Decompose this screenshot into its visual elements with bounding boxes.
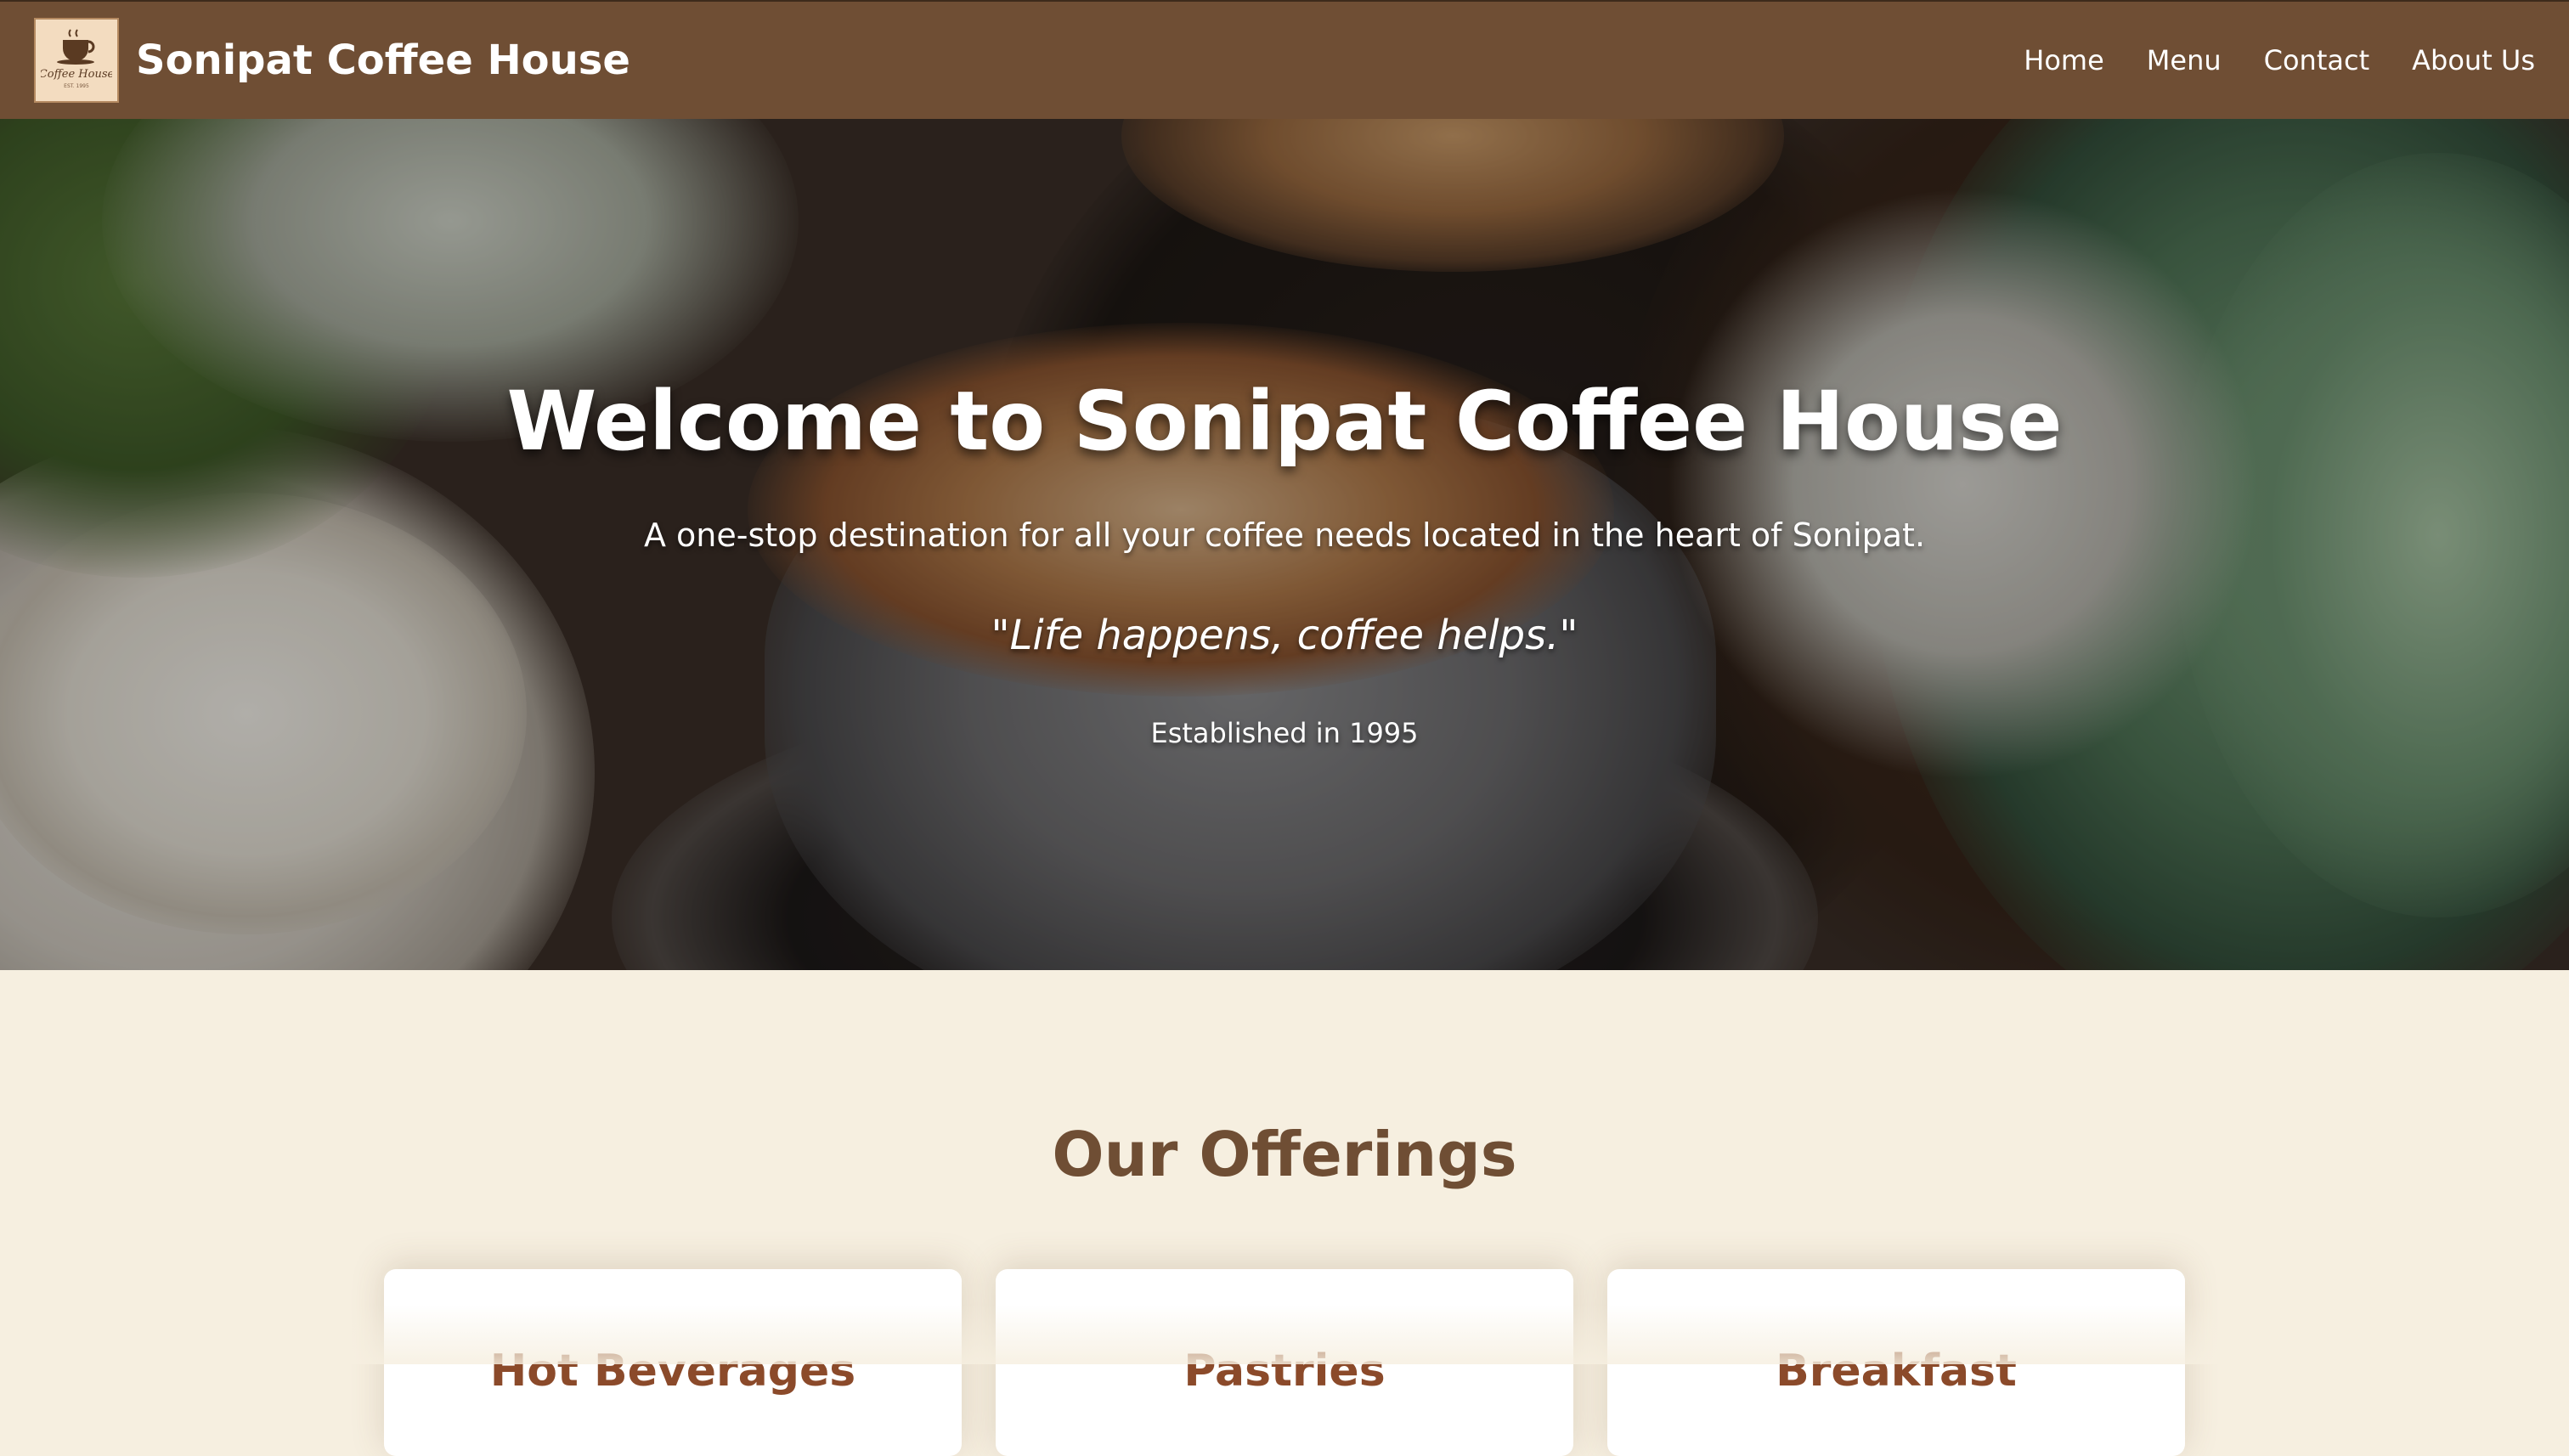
- nav-link-home[interactable]: Home: [2024, 44, 2104, 76]
- offering-card-title: Hot Beverages: [489, 1346, 856, 1397]
- nav-link-contact[interactable]: Contact: [2264, 44, 2370, 76]
- svg-text:Coffee House: Coffee House: [41, 68, 112, 81]
- main-nav: Home Menu Contact About Us: [2024, 44, 2535, 76]
- brand-name[interactable]: Sonipat Coffee House: [136, 37, 630, 84]
- hero-subtitle: A one-stop destination for all your coff…: [643, 516, 1926, 554]
- hero-established: Established in 1995: [1150, 717, 1419, 749]
- offering-card[interactable]: Breakfast: [1607, 1269, 2185, 1456]
- navbar: Coffee House EST. 1995 Sonipat Coffee Ho…: [0, 0, 2569, 119]
- offering-card[interactable]: Pastries: [996, 1269, 1573, 1456]
- hero-section: Welcome to Sonipat Coffee House A one-st…: [0, 119, 2569, 970]
- nav-link-about-us[interactable]: About Us: [2412, 44, 2535, 76]
- offering-card-title: Pastries: [1183, 1346, 1386, 1397]
- offering-card[interactable]: Hot Beverages: [384, 1269, 962, 1456]
- hero-title: Welcome to Sonipat Coffee House: [506, 374, 2063, 469]
- hero-quote: "Life happens, coffee helps.": [991, 612, 1578, 659]
- nav-link-menu[interactable]: Menu: [2147, 44, 2222, 76]
- brand-logo[interactable]: Coffee House EST. 1995: [34, 18, 119, 103]
- coffee-cup-logo-icon: Coffee House EST. 1995: [41, 29, 112, 89]
- svg-text:EST. 1995: EST. 1995: [64, 83, 89, 89]
- offerings-title: Our Offerings: [1052, 1119, 1517, 1190]
- offerings-section: Our Offerings Hot Beverages Pastries Bre…: [0, 970, 2569, 1456]
- offering-card-title: Breakfast: [1776, 1346, 2017, 1397]
- hero-content: Welcome to Sonipat Coffee House A one-st…: [0, 119, 2569, 970]
